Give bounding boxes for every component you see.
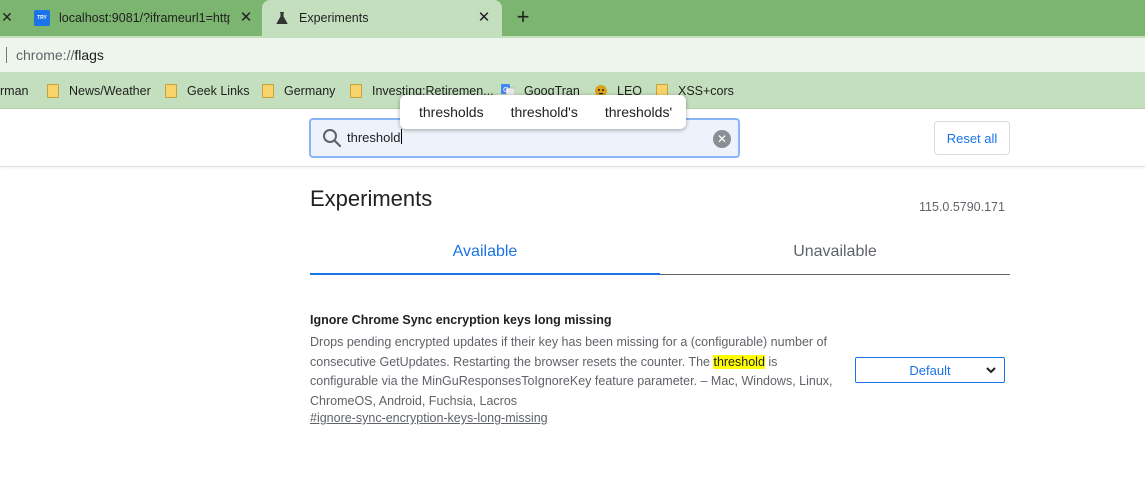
- search-input[interactable]: threshold: [347, 129, 403, 145]
- svg-text:G: G: [503, 86, 508, 94]
- new-tab-plus-icon[interactable]: +: [511, 6, 535, 30]
- tab-localhost[interactable]: TRY localhost:9081/?iframeurl1=https:// …: [22, 0, 264, 36]
- bookmark-geek-links[interactable]: Geek Links: [165, 82, 250, 100]
- address-bar[interactable]: chrome://flags: [0, 38, 1145, 72]
- toolbar: chrome://flags: [0, 36, 1145, 72]
- tab-experiments[interactable]: Experiments ✕: [262, 0, 502, 36]
- experiment-title: Ignore Chrome Sync encryption keys long …: [310, 313, 612, 327]
- omnibox-divider: [6, 47, 7, 63]
- page-title: Experiments: [310, 186, 433, 211]
- experiment-description: Drops pending encrypted updates if their…: [310, 335, 833, 408]
- folder-icon: [47, 84, 59, 98]
- folder-icon: [350, 84, 362, 98]
- clear-search-icon[interactable]: ✕: [713, 130, 731, 148]
- tab-available[interactable]: Available: [310, 235, 660, 275]
- bookmark-rman[interactable]: rman: [0, 82, 28, 100]
- tab-title: Experiments: [299, 11, 369, 25]
- experiment-permalink[interactable]: #ignore-sync-encryption-keys-long-missin…: [310, 411, 548, 425]
- suggestion-item[interactable]: threshold's: [511, 104, 578, 120]
- close-icon[interactable]: ✕: [0, 9, 14, 25]
- tab-title: localhost:9081/?iframeurl1=https://: [59, 11, 230, 25]
- tab-close-icon[interactable]: ✕: [236, 8, 256, 28]
- url-text[interactable]: chrome://flags: [16, 47, 104, 63]
- text-caret: [401, 129, 403, 144]
- tab-strip: ✕ TRY localhost:9081/?iframeurl1=https:/…: [0, 0, 1145, 36]
- suggestion-item[interactable]: thresholds': [605, 104, 672, 120]
- tab-unavailable[interactable]: Unavailable: [660, 235, 1010, 275]
- flask-icon: [274, 10, 290, 26]
- bookmark-news-weather[interactable]: News/Weather: [47, 82, 151, 100]
- suggestion-item[interactable]: thresholds: [419, 104, 484, 120]
- tryit-favicon-icon: TRY: [34, 10, 50, 26]
- spelling-suggestions-popup: thresholds threshold's thresholds': [400, 95, 686, 129]
- search-highlight: threshold: [713, 354, 765, 369]
- flags-tabs: Available Unavailable: [310, 235, 1010, 275]
- search-icon: [323, 129, 342, 148]
- version-label: 115.0.5790.171: [919, 200, 1005, 214]
- tab-close-icon[interactable]: ✕: [474, 8, 494, 28]
- chevron-down-icon: [986, 367, 996, 374]
- experiment-state-select[interactable]: Default: [855, 357, 1005, 383]
- folder-icon: [165, 84, 177, 98]
- reset-all-button[interactable]: Reset all: [934, 121, 1010, 155]
- bookmark-germany[interactable]: Germany: [262, 82, 335, 100]
- folder-icon: [262, 84, 274, 98]
